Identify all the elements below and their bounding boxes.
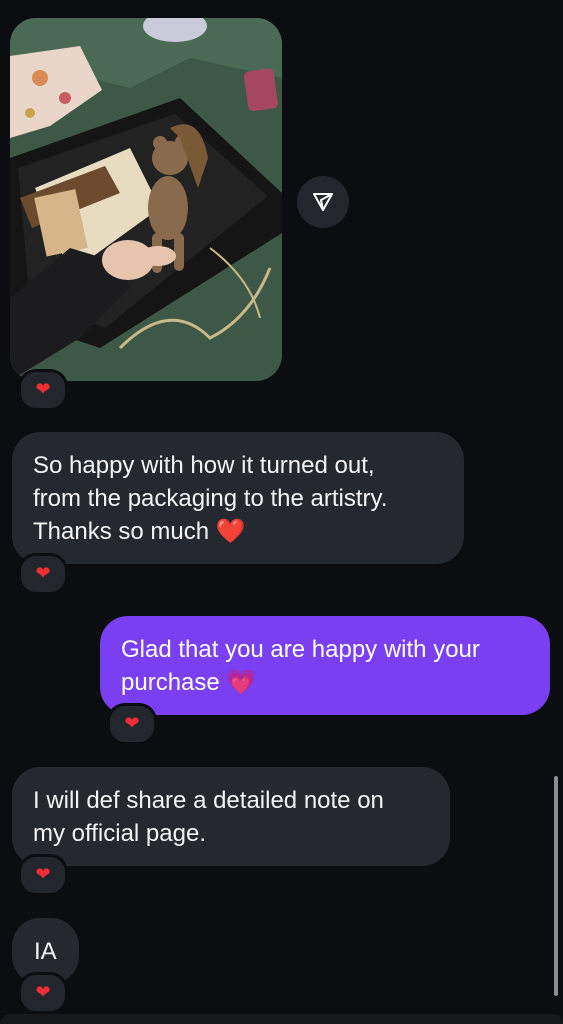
heart-icon: ❤ (35, 379, 51, 400)
message-text-line: IA (34, 938, 57, 965)
message-text-line: from the packaging to the artistry. (33, 485, 388, 512)
heart-emoji: ❤️ (215, 517, 246, 545)
pink-heart-emoji: 💗 (226, 668, 257, 696)
message-text-line: Glad that you are happy with your (121, 636, 480, 663)
composer-edge (0, 1014, 563, 1024)
message-bubble-incoming[interactable]: So happy with how it turned out, from th… (12, 432, 464, 564)
reaction-badge[interactable]: ❤ (18, 553, 68, 595)
message-text-line: Thanks so much ❤️ (33, 515, 444, 548)
heart-icon: ❤ (35, 563, 51, 584)
share-button[interactable] (297, 176, 349, 228)
photo-message[interactable] (10, 18, 282, 381)
photo-image (10, 18, 282, 381)
message-text-line: my official page. (33, 820, 206, 847)
reaction-badge[interactable]: ❤ (107, 703, 157, 745)
reaction-badge[interactable]: ❤ (18, 369, 68, 411)
message-text: Thanks so much (33, 518, 216, 545)
heart-icon: ❤ (124, 713, 140, 734)
message-bubble-incoming[interactable]: I will def share a detailed note on my o… (12, 767, 450, 866)
reaction-badge[interactable]: ❤ (18, 972, 68, 1014)
heart-icon: ❤ (35, 982, 51, 1003)
message-text-line: purchase 💗 (121, 666, 530, 699)
message-text: purchase (121, 669, 227, 696)
send-plane-icon (313, 193, 333, 211)
heart-icon: ❤ (35, 864, 51, 885)
scrollbar[interactable] (554, 776, 558, 996)
message-text-line: So happy with how it turned out, (33, 452, 375, 479)
message-text-line: I will def share a detailed note on (33, 787, 384, 814)
message-bubble-outgoing[interactable]: Glad that you are happy with your purcha… (100, 616, 550, 715)
reaction-badge[interactable]: ❤ (18, 854, 68, 896)
